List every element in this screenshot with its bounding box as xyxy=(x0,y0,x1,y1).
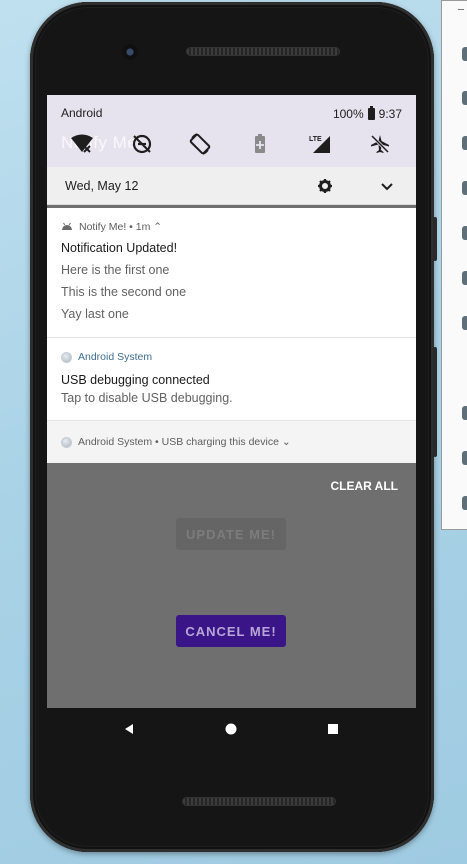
overview-icon[interactable] xyxy=(327,722,339,740)
overview-icon[interactable] xyxy=(462,451,467,465)
dnd-off-icon[interactable] xyxy=(129,131,155,157)
chevron-down-icon[interactable] xyxy=(379,178,395,194)
auto-rotate-icon[interactable] xyxy=(187,131,213,157)
notification-notify-me[interactable]: Notify Me! • 1m ⌃ Notification Updated! … xyxy=(47,208,416,337)
navigation-bar xyxy=(47,708,416,750)
cancel-me-button[interactable]: CANCEL ME! xyxy=(176,615,286,647)
rotate-left-icon[interactable] xyxy=(462,181,467,195)
emulator-side-panel xyxy=(441,0,467,530)
power-icon[interactable] xyxy=(462,47,467,61)
wifi-off-icon[interactable] xyxy=(69,131,95,157)
volume-up-icon[interactable] xyxy=(462,91,467,105)
quick-settings-row: LTE xyxy=(47,131,416,159)
more-icon[interactable] xyxy=(462,496,467,510)
notification-header: Notify Me! • 1m ⌃ xyxy=(61,221,162,233)
android-system-icon xyxy=(61,351,72,363)
notification-line: Tap to disable USB debugging. xyxy=(61,391,233,405)
minimize-icon[interactable] xyxy=(458,9,464,10)
lte-signal-icon[interactable]: LTE xyxy=(307,131,333,157)
power-button[interactable] xyxy=(433,217,437,261)
notification-line: Yay last one xyxy=(61,307,129,321)
android-app-icon xyxy=(61,221,73,233)
notification-line: This is the second one xyxy=(61,285,187,299)
notification-header: Android System • USB charging this devic… xyxy=(61,436,291,448)
back-icon[interactable] xyxy=(462,406,467,420)
notification-app-label: Android System xyxy=(78,351,153,363)
front-camera xyxy=(122,44,138,60)
status-bar: Android 100% 9:37 xyxy=(61,106,402,122)
clock: 9:37 xyxy=(378,107,402,121)
notification-line: Here is the first one xyxy=(61,263,170,277)
notification-header: Android System xyxy=(61,351,152,363)
date-label: Wed, May 12 xyxy=(65,179,139,193)
back-icon[interactable] xyxy=(123,722,135,740)
screenshot-icon[interactable] xyxy=(462,271,467,285)
update-me-button[interactable]: UPDATE ME! xyxy=(176,518,286,550)
notification-app-label: Android System • USB charging this devic… xyxy=(78,436,291,448)
notification-title: USB debugging connected xyxy=(61,373,210,387)
notification-app-label: Notify Me! • 1m ⌃ xyxy=(79,221,163,233)
quick-settings-header: Android 100% 9:37 Notify Me! LTE xyxy=(47,95,416,167)
carrier-label: Android xyxy=(61,106,103,120)
zoom-icon[interactable] xyxy=(462,316,467,330)
phone-screen: UPDATE ME! CANCEL ME! CLEAR ALL Android … xyxy=(47,95,416,708)
battery-saver-icon[interactable] xyxy=(247,131,273,157)
battery-icon xyxy=(367,106,375,120)
gear-icon[interactable] xyxy=(317,178,333,194)
volume-down-icon[interactable] xyxy=(462,136,467,150)
status-right: 100% 9:37 xyxy=(333,106,402,122)
notification-usb-charging[interactable]: Android System • USB charging this devic… xyxy=(47,420,416,463)
clear-all-button[interactable]: CLEAR ALL xyxy=(330,479,398,493)
bottom-speaker xyxy=(182,797,336,806)
date-row: Wed, May 12 xyxy=(47,167,416,205)
notification-title: Notification Updated! xyxy=(61,241,178,255)
top-speaker xyxy=(186,47,340,56)
home-icon[interactable] xyxy=(225,722,237,740)
svg-text:LTE: LTE xyxy=(309,136,322,143)
volume-rocker[interactable] xyxy=(433,347,437,457)
rotate-right-icon[interactable] xyxy=(462,226,467,240)
airplane-off-icon[interactable] xyxy=(367,131,393,157)
notification-usb-debugging[interactable]: Android System USB debugging connected T… xyxy=(47,338,416,420)
android-system-icon xyxy=(61,436,72,448)
battery-percent: 100% xyxy=(332,107,364,121)
